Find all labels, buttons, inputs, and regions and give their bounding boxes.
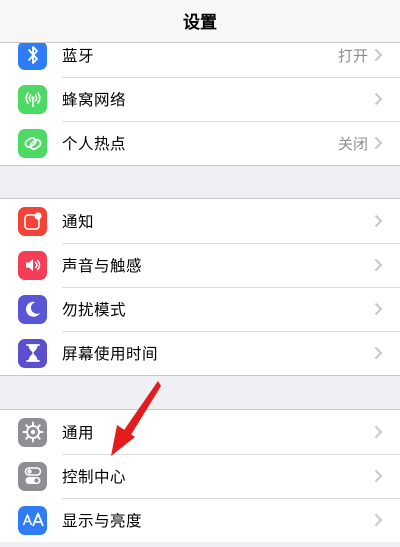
- text-size-aa-icon: [18, 505, 47, 535]
- row-control-center-label: 控制中心: [62, 468, 127, 486]
- row-notifications[interactable]: 通知: [0, 199, 400, 243]
- row-dnd-label: 勿扰模式: [62, 301, 127, 319]
- chevron-right-icon: [374, 346, 383, 360]
- row-dnd[interactable]: 勿扰模式: [0, 287, 400, 331]
- settings-group-connectivity: 蓝牙 打开 蜂窝网络 个人热点 关闭: [0, 33, 400, 166]
- chevron-right-icon: [374, 258, 383, 272]
- row-display[interactable]: 显示与亮度: [0, 498, 400, 542]
- chevron-right-icon: [374, 48, 383, 62]
- row-bluetooth-label: 蓝牙: [62, 47, 95, 65]
- row-bluetooth-value: 打开: [337, 46, 368, 65]
- chevron-right-icon: [374, 92, 383, 106]
- gear-icon: [18, 417, 47, 447]
- row-general-label: 通用: [62, 424, 95, 442]
- row-sounds-label: 声音与触感: [62, 257, 143, 275]
- hotspot-link-icon: [18, 128, 47, 158]
- row-screen-time-label: 屏幕使用时间: [62, 345, 159, 363]
- row-control-center[interactable]: 控制中心: [0, 454, 400, 498]
- row-hotspot-label: 个人热点: [62, 135, 127, 153]
- row-display-label: 显示与亮度: [62, 512, 143, 530]
- speaker-icon: [18, 250, 47, 280]
- settings-group-general: 通用 控制中心 显示与亮度: [0, 409, 400, 542]
- row-cellular-label: 蜂窝网络: [62, 91, 127, 109]
- row-notifications-label: 通知: [62, 213, 95, 231]
- bluetooth-icon: [18, 40, 47, 70]
- row-hotspot-value: 关闭: [337, 134, 368, 153]
- row-general[interactable]: 通用: [0, 410, 400, 454]
- hourglass-icon: [18, 338, 47, 368]
- cellular-antenna-icon: [18, 84, 47, 114]
- chevron-right-icon: [374, 425, 383, 439]
- settings-group-notifications: 通知 声音与触感 勿扰模式 屏幕使用时间: [0, 198, 400, 376]
- moon-icon: [18, 294, 47, 324]
- row-screen-time[interactable]: 屏幕使用时间: [0, 331, 400, 375]
- chevron-right-icon: [374, 513, 383, 527]
- row-hotspot[interactable]: 个人热点 关闭: [0, 121, 400, 165]
- page-title: 设置: [183, 12, 217, 33]
- chevron-right-icon: [374, 469, 383, 483]
- chevron-right-icon: [374, 214, 383, 228]
- row-sounds[interactable]: 声音与触感: [0, 243, 400, 287]
- chevron-right-icon: [374, 302, 383, 316]
- navigation-bar: 设置: [0, 0, 400, 43]
- chevron-right-icon: [374, 136, 383, 150]
- row-cellular[interactable]: 蜂窝网络: [0, 77, 400, 121]
- notifications-icon: [18, 206, 47, 236]
- toggles-icon: [18, 461, 47, 491]
